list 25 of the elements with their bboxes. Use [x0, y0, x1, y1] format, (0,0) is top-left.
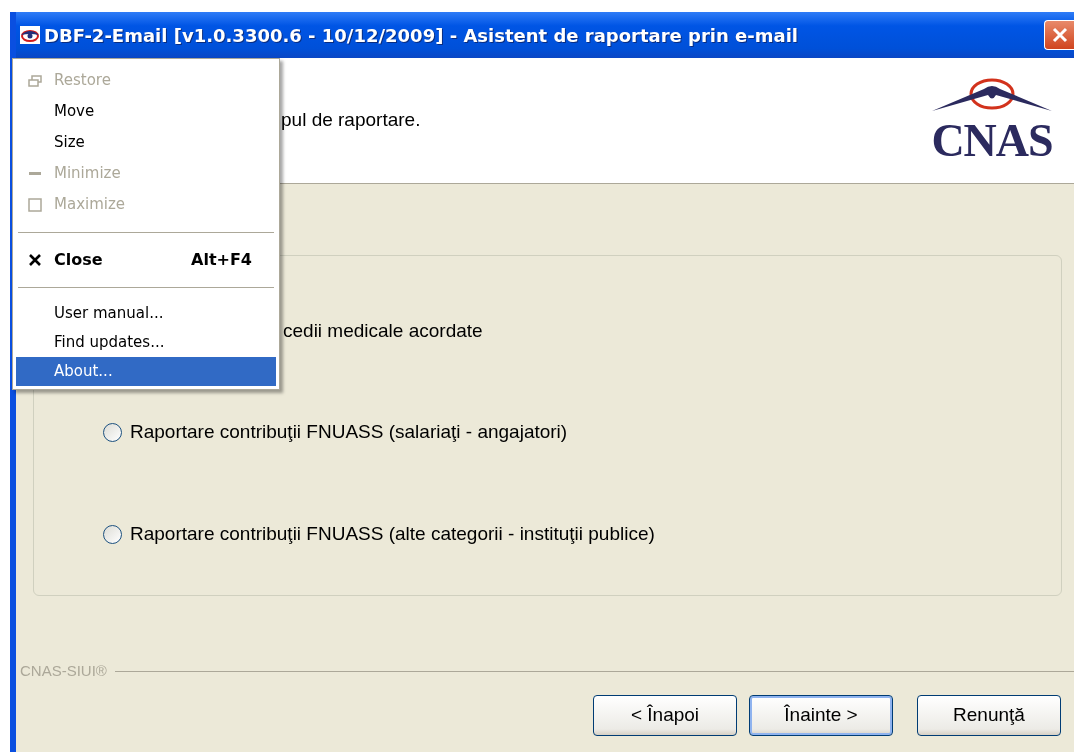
- menu-item[interactable]: Find updates...: [16, 328, 276, 357]
- shortcut-label: Alt+F4: [191, 248, 252, 271]
- radio-button[interactable]: [103, 524, 122, 544]
- wizard-button[interactable]: < Înapoi: [593, 694, 737, 736]
- close-icon: [28, 252, 42, 267]
- minimize-icon: [29, 171, 41, 176]
- instruction-text: pul de raportare.: [281, 108, 421, 133]
- menu-item[interactable]: User manual...: [16, 299, 276, 328]
- option-label[interactable]: Raportare contribuţii FNUASS (salariaţi - angajatori): [130, 417, 568, 447]
- app-icon[interactable]: [20, 25, 40, 45]
- logo-text: CNAS: [931, 117, 1053, 164]
- wizard-button[interactable]: Înainte >: [749, 694, 893, 736]
- wizard-button[interactable]: Renunţă: [917, 694, 1061, 736]
- menu-item[interactable]: Move: [16, 96, 276, 127]
- brand-label: CNAS-SIUI®: [20, 661, 107, 681]
- maximize-icon: [28, 197, 42, 212]
- close-button[interactable]: [1044, 20, 1074, 50]
- restore-icon: [28, 74, 42, 87]
- window-title: DBF-2-Email [v1.0.3300.6 - 10/12/2009] - Asistent de raportare prin e-mail: [44, 23, 798, 48]
- menu-item[interactable]: Close Alt+F4: [16, 244, 276, 275]
- radio-button[interactable]: [103, 422, 122, 442]
- menu-item[interactable]: Size: [16, 127, 276, 158]
- option-label: cedii medicale acordate: [283, 318, 483, 343]
- option-label[interactable]: Raportare contribuţii FNUASS (alte categorii - instituţii publice): [130, 519, 655, 549]
- menu-item[interactable]: About...: [16, 357, 276, 386]
